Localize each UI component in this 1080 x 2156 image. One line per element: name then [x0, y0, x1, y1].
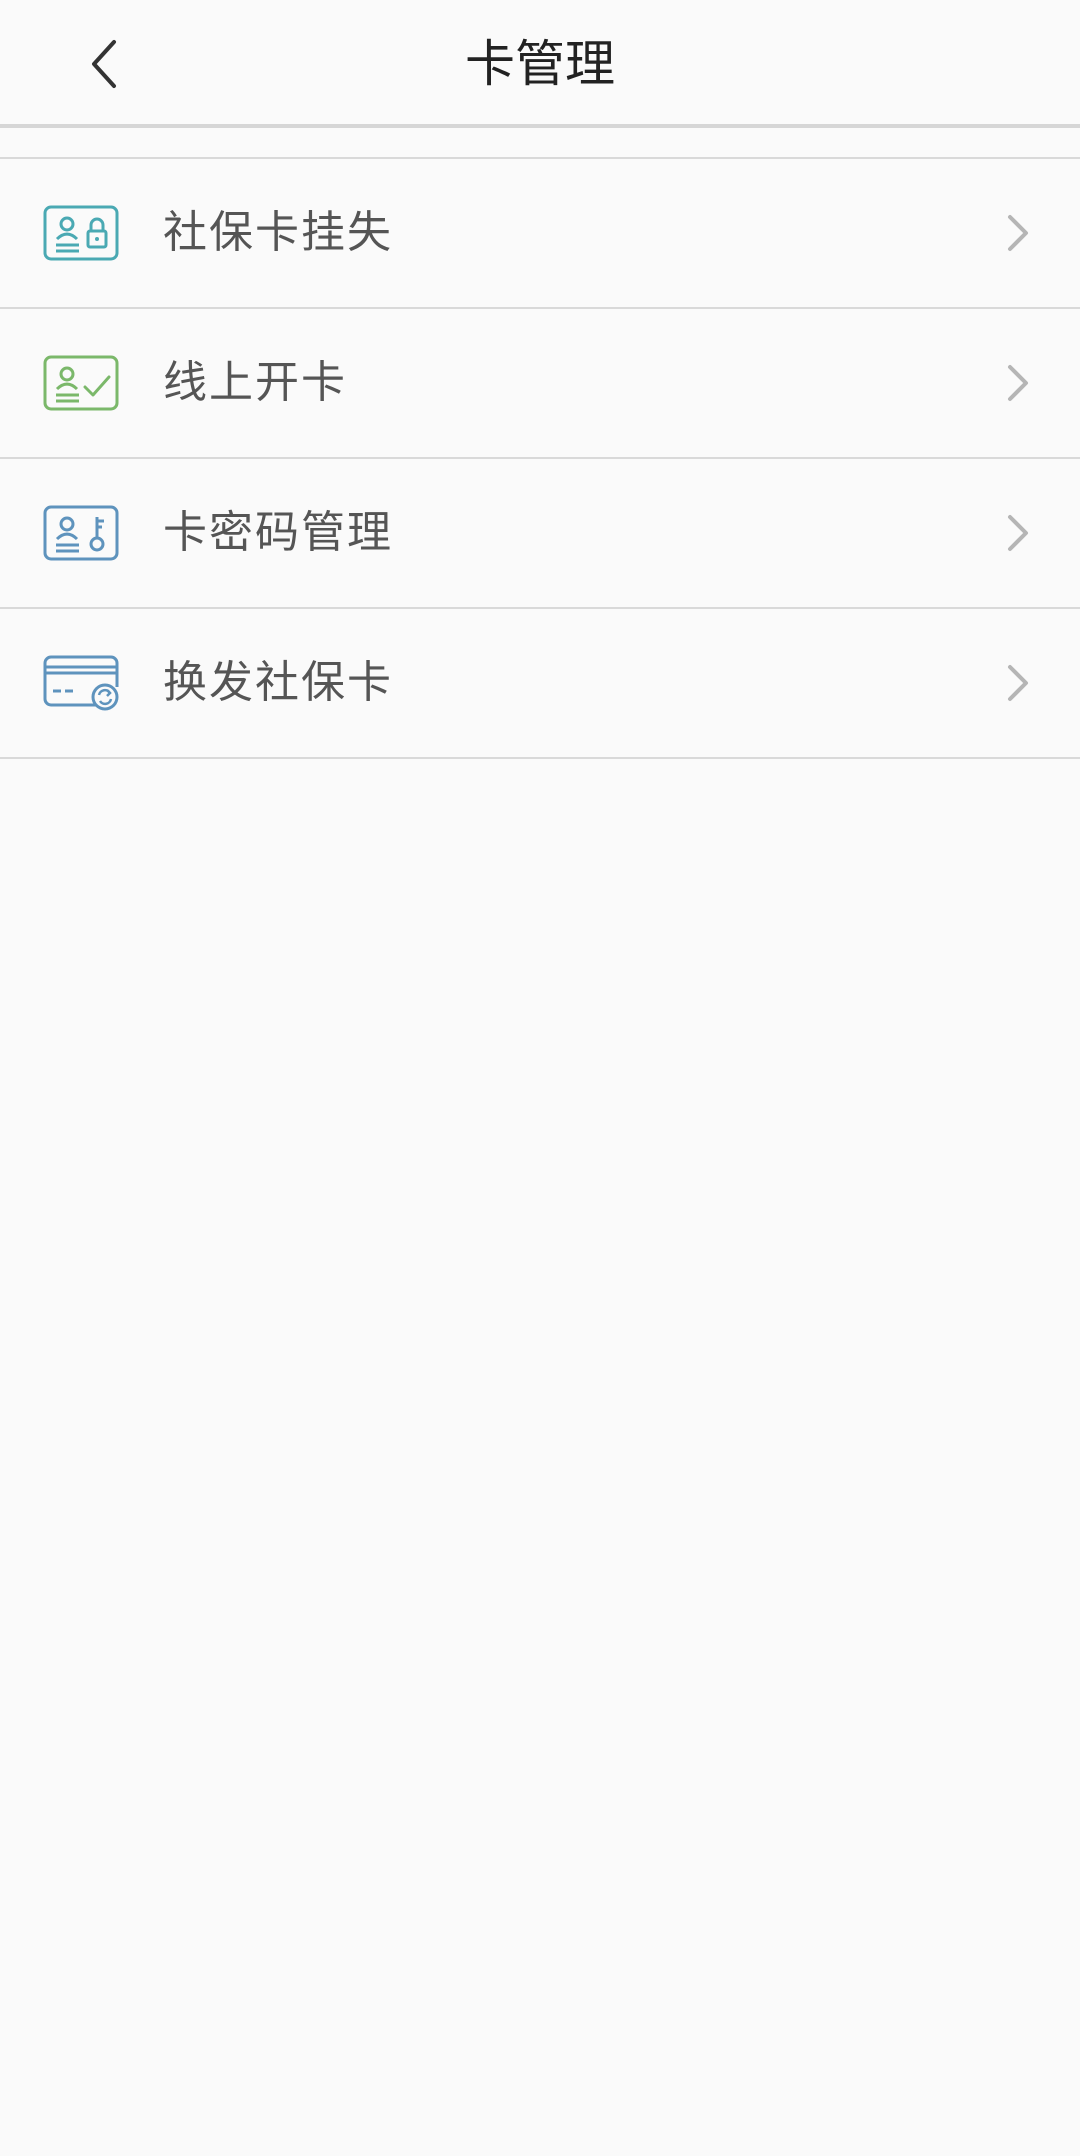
- menu-item-reissue-card[interactable]: 换发社保卡: [0, 609, 1080, 759]
- card-lock-icon: [43, 205, 119, 261]
- card-refresh-icon: [43, 655, 119, 711]
- back-button[interactable]: [70, 24, 138, 104]
- chevron-right-icon: [1008, 515, 1028, 551]
- card-management-list: 社保卡挂失 线上开卡 卡密码管理 换发社保卡: [0, 159, 1080, 759]
- menu-item-open-card-online[interactable]: 线上开卡: [0, 309, 1080, 459]
- menu-item-label: 卡密码管理: [163, 507, 393, 558]
- app-header: 卡管理: [0, 0, 1080, 128]
- menu-item-label: 线上开卡: [163, 357, 347, 408]
- card-key-icon: [43, 505, 119, 561]
- card-check-icon: [43, 355, 119, 411]
- menu-item-report-loss[interactable]: 社保卡挂失: [0, 159, 1080, 309]
- menu-item-label: 换发社保卡: [163, 657, 393, 708]
- page-title: 卡管理: [465, 35, 615, 93]
- list-top-gap: [0, 128, 1080, 159]
- chevron-right-icon: [1008, 365, 1028, 401]
- chevron-left-icon: [92, 40, 116, 88]
- menu-item-card-password[interactable]: 卡密码管理: [0, 459, 1080, 609]
- menu-item-label: 社保卡挂失: [163, 207, 393, 258]
- chevron-right-icon: [1008, 215, 1028, 251]
- chevron-right-icon: [1008, 665, 1028, 701]
